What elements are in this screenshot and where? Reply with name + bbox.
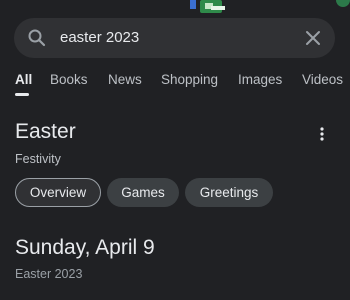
tab-all[interactable]: All bbox=[15, 70, 32, 90]
chip-overview[interactable]: Overview bbox=[15, 178, 101, 207]
active-tab-indicator bbox=[15, 93, 29, 96]
more-vert-icon[interactable] bbox=[317, 126, 327, 142]
search-icon[interactable] bbox=[27, 28, 47, 48]
doodle-image[interactable] bbox=[0, 0, 350, 16]
tab-shopping[interactable]: Shopping bbox=[161, 70, 218, 90]
search-tabs: All Books News Shopping Images Videos bbox=[0, 70, 350, 96]
tab-videos[interactable]: Videos bbox=[302, 70, 343, 90]
chip-greetings[interactable]: Greetings bbox=[185, 178, 273, 207]
tab-images[interactable]: Images bbox=[238, 70, 282, 90]
search-results-page: easter 2023 All Books News Shopping Imag… bbox=[0, 0, 350, 300]
easter-date: Sunday, April 9 bbox=[15, 236, 155, 259]
search-bar[interactable]: easter 2023 bbox=[14, 18, 335, 58]
knowledge-title: Easter bbox=[15, 120, 76, 143]
chip-games[interactable]: Games bbox=[107, 178, 179, 207]
easter-date-caption: Easter 2023 bbox=[15, 267, 83, 281]
knowledge-subtitle: Festivity bbox=[15, 152, 61, 166]
search-input[interactable]: easter 2023 bbox=[60, 18, 139, 58]
tab-books[interactable]: Books bbox=[50, 70, 88, 90]
tab-news[interactable]: News bbox=[108, 70, 142, 90]
close-icon[interactable] bbox=[303, 28, 323, 48]
